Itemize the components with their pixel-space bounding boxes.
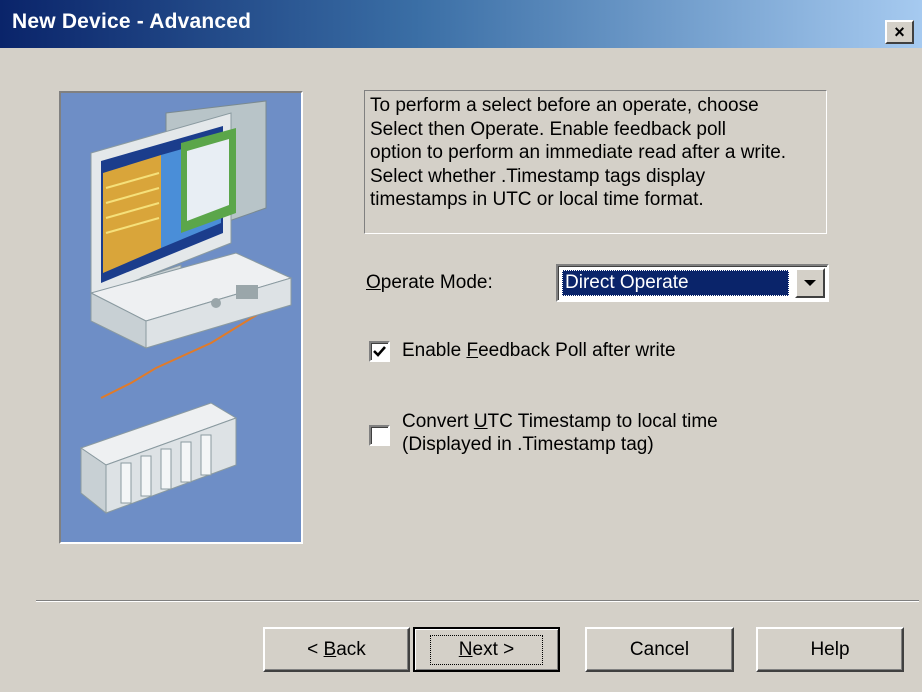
- utc-timestamp-checkbox[interactable]: [369, 425, 390, 446]
- next-button[interactable]: Next >: [413, 627, 560, 672]
- dialog-window: New Device - Advanced × To perform a sel…: [0, 0, 922, 692]
- description-box: To perform a select before an operate, c…: [364, 90, 827, 234]
- cancel-label: Cancel: [629, 638, 690, 660]
- back-label: ack: [336, 638, 366, 660]
- cancel-button[interactable]: Cancel: [585, 627, 734, 672]
- feedback-poll-checkbox[interactable]: [369, 341, 390, 362]
- utc-label-post: TC Timestamp to local time: [487, 411, 718, 432]
- next-focus-rect: Next >: [429, 634, 544, 665]
- help-button[interactable]: Help: [756, 627, 904, 672]
- wizard-illustration: [59, 91, 303, 544]
- description-line: Select whether .Timestamp tags display: [370, 165, 706, 187]
- next-hotkey: N: [458, 638, 473, 660]
- operate-mode-value: Direct Operate: [562, 270, 789, 296]
- back-hotkey: B: [323, 638, 337, 660]
- chevron-down-icon: [804, 280, 816, 286]
- utc-timestamp-label[interactable]: Convert UTC Timestamp to local time (Dis…: [402, 410, 718, 456]
- description-line: To perform a select before an operate, c…: [370, 95, 759, 116]
- feedback-label-pre: Enable: [402, 340, 467, 361]
- utc-label-line2: (Displayed in .Timestamp tag): [402, 434, 654, 455]
- feedback-label-post: eedback Poll after write: [478, 340, 676, 361]
- operate-mode-hotkey: O: [366, 272, 381, 293]
- close-button[interactable]: ×: [885, 20, 914, 44]
- close-icon: ×: [894, 22, 905, 42]
- window-title: New Device - Advanced: [12, 10, 252, 33]
- back-button[interactable]: < Back: [263, 627, 410, 672]
- feedback-label-hotkey: F: [466, 340, 479, 361]
- utc-label-hotkey: U: [473, 411, 488, 432]
- back-arrow-text: <: [307, 638, 324, 660]
- computer-plc-illustration: [61, 93, 301, 542]
- operate-mode-label: Operate Mode:: [366, 272, 493, 294]
- title-bar: New Device - Advanced ×: [0, 0, 922, 48]
- button-separator: [36, 600, 919, 602]
- utc-label-line1: Convert UTC Timestamp to local time: [402, 410, 718, 433]
- operate-mode-label-text: perate Mode:: [380, 272, 493, 293]
- help-label: Help: [810, 638, 850, 660]
- check-icon: [373, 346, 386, 357]
- dropdown-arrow-button[interactable]: [795, 268, 825, 298]
- description-line: timestamps in UTC or local time format.: [370, 189, 704, 210]
- operate-mode-select[interactable]: Direct Operate: [556, 264, 829, 302]
- utc-label-pre: Convert: [402, 411, 474, 432]
- description-line: Select then Operate. Enable feedback pol…: [370, 118, 726, 140]
- feedback-poll-label[interactable]: Enable Feedback Poll after write: [402, 340, 676, 362]
- description-line: option to perform an immediate read afte…: [370, 142, 787, 163]
- next-label: ext >: [472, 638, 515, 660]
